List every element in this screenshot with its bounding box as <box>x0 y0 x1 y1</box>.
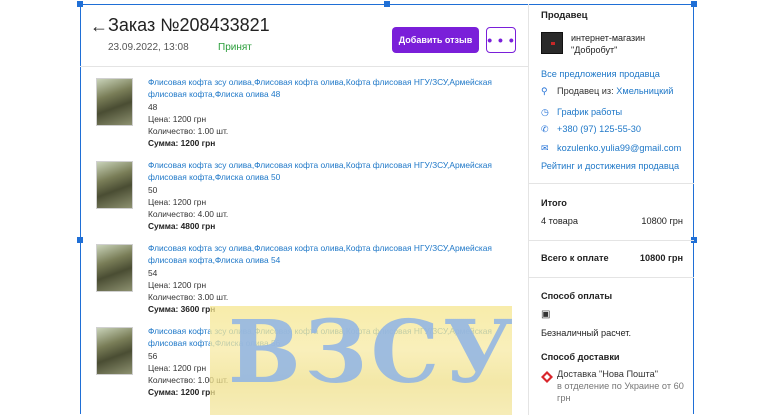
product-size: 50 <box>148 184 158 195</box>
product-link[interactable]: Флисовая кофта зсу олива,Флисовая кофта … <box>148 159 518 184</box>
add-review-button[interactable]: Добавить отзыв <box>392 27 479 53</box>
more-options-button[interactable]: • • • <box>486 27 516 53</box>
order-item: Флисовая кофта зсу олива,Флисовая кофта … <box>96 76 516 159</box>
product-sum: Сумма: 4800 грн <box>148 221 216 232</box>
resize-handle[interactable] <box>77 1 83 7</box>
back-arrow-icon[interactable]: ← <box>90 16 108 37</box>
location-pin-icon: ⚲ <box>541 86 548 96</box>
email-link[interactable]: kozulenko.yulia99@gmail.com <box>557 143 681 153</box>
delivery-method: Доставка "Нова Пошта" в отделение по Укр… <box>541 369 684 409</box>
resize-handle[interactable] <box>384 1 390 7</box>
product-quantity: Количество: 4.00 шт. <box>148 209 229 220</box>
resize-handle[interactable] <box>691 1 697 7</box>
order-title: Заказ №208433821 <box>108 15 270 35</box>
product-thumbnail[interactable] <box>96 78 133 126</box>
totals-divider <box>528 240 694 241</box>
totals-count-value: 10800 грн <box>641 216 683 226</box>
delivery-carrier: Доставка "Нова Пошта" <box>557 369 659 379</box>
schedule-link[interactable]: График работы <box>557 107 622 117</box>
seller-logo[interactable] <box>541 32 563 54</box>
total-payable-label: Всего к оплате <box>541 253 609 263</box>
product-sum: Сумма: 1200 грн <box>148 138 216 149</box>
delivery-detail-line2: грн <box>557 393 571 403</box>
resize-handle[interactable] <box>77 237 83 243</box>
seller-name-line1: интернет-магазин <box>571 33 646 43</box>
payable-divider <box>528 277 694 278</box>
clock-icon: ◷ <box>541 107 549 117</box>
seller-card[interactable]: интернет-магазин "Добробут" <box>541 32 691 62</box>
product-thumbnail[interactable] <box>96 161 133 209</box>
product-quantity: Количество: 1.00 шт. <box>148 126 229 137</box>
sidebar-divider <box>528 4 529 415</box>
order-date: 23.09.2022, 13:08 <box>108 42 189 53</box>
watermark-text: ВЗСУ <box>228 302 517 403</box>
all-offers-link[interactable]: Все предложения продавца <box>541 69 660 79</box>
totals-count-label: 4 товара <box>541 216 578 226</box>
product-size: 48 <box>148 101 158 112</box>
order-status: Принят <box>218 42 252 53</box>
product-price: Цена: 1200 грн <box>148 113 207 124</box>
seller-name-line2: "Добробут" <box>571 45 618 55</box>
location-city-link[interactable]: Хмельницкий <box>616 86 673 96</box>
nova-poshta-icon <box>541 371 553 383</box>
product-thumbnail[interactable] <box>96 244 133 292</box>
phone-icon: ✆ <box>541 124 549 134</box>
wallet-icon: ▣ <box>541 309 551 320</box>
product-link[interactable]: Флисовая кофта зсу олива,Флисовая кофта … <box>148 76 518 101</box>
location-prefix: Продавец из: <box>557 86 614 96</box>
header-divider <box>80 66 528 67</box>
total-payable-value: 10800 грн <box>639 253 683 263</box>
mail-icon: ✉ <box>541 143 549 153</box>
rating-link[interactable]: Рейтинг и достижения продавца <box>541 161 679 171</box>
delivery-detail-line1: в отделение по Украине от 60 <box>557 381 684 391</box>
product-price: Цена: 1200 грн <box>148 196 207 207</box>
product-price: Цена: 1200 грн <box>148 279 207 290</box>
product-size: 54 <box>148 267 158 278</box>
seller-divider <box>528 183 694 184</box>
seller-panel: Продавец интернет-магазин "Добробут" Все… <box>541 10 691 171</box>
phone-link[interactable]: +380 (97) 125-55-30 <box>557 124 641 134</box>
seller-heading: Продавец <box>541 10 588 21</box>
order-item: Флисовая кофта зсу олива,Флисовая кофта … <box>96 159 516 242</box>
product-link[interactable]: Флисовая кофта зсу олива,Флисовая кофта … <box>148 242 518 267</box>
product-thumbnail[interactable] <box>96 327 133 375</box>
